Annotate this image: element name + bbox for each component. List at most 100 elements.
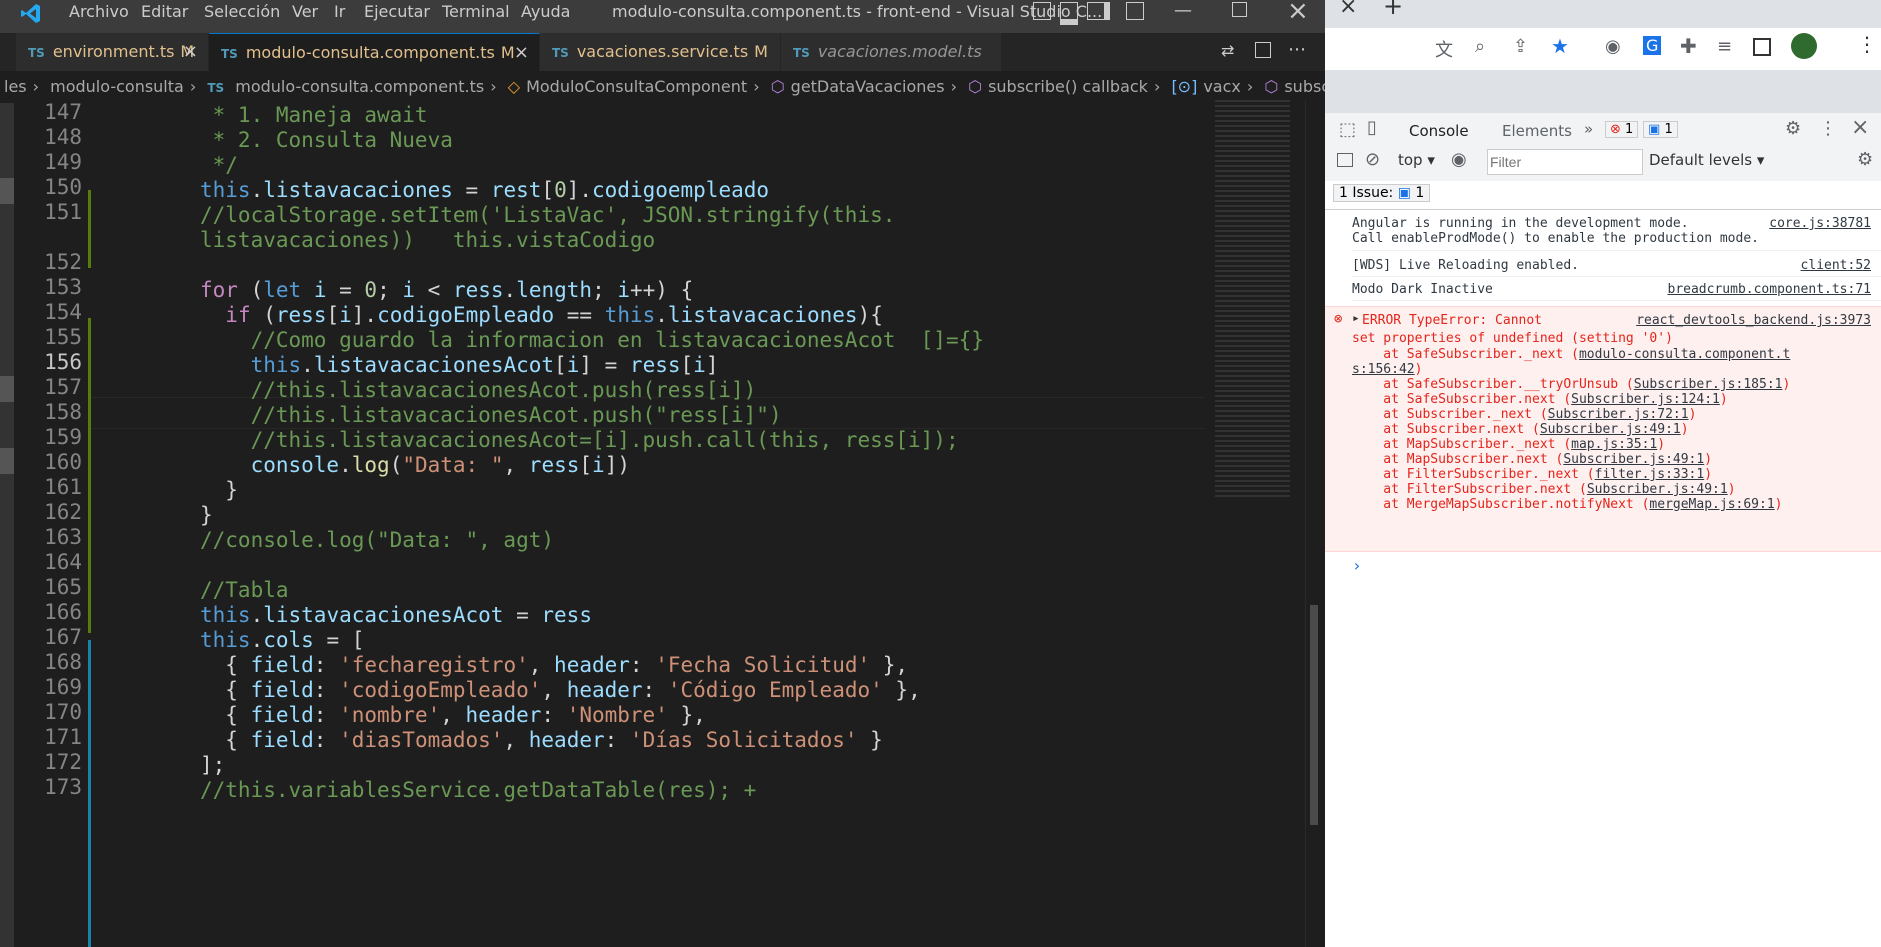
stack-frame: at MapSubscriber._next (map.js:35:1) — [1352, 437, 1665, 452]
close-tab-icon[interactable]: × — [514, 34, 529, 72]
tab-modulo-consulta[interactable]: TS modulo-consulta.component.ts M × — [209, 33, 540, 72]
stack-frame-link[interactable]: Subscriber.js:49:1 — [1587, 482, 1728, 497]
device-toolbar-icon[interactable]: ▯ — [1367, 117, 1377, 138]
code-line[interactable]: { field: 'diasTomados', header: 'Días So… — [200, 725, 883, 755]
tab-vacaciones-model[interactable]: TS vacaciones.model.ts — [781, 33, 1002, 71]
devtools-menu-icon[interactable]: ⋮ — [1819, 118, 1837, 139]
tab-elements[interactable]: Elements — [1488, 113, 1586, 149]
toggle-panel-icon[interactable] — [1060, 2, 1078, 25]
source-link[interactable]: client:52 — [1801, 258, 1871, 273]
scrollbar-thumb[interactable] — [1310, 605, 1318, 825]
breadcrumb-item[interactable]: subscribe() callback — [988, 77, 1148, 96]
message-text: Modo Dark Inactive — [1352, 282, 1493, 297]
gear-icon[interactable]: ⚙ — [1785, 118, 1801, 139]
close-tab-icon[interactable]: × — [183, 33, 198, 71]
customize-layout-icon[interactable] — [1126, 2, 1144, 20]
stack-frame-tail: ) — [1688, 407, 1697, 422]
stack-frame-link[interactable]: modulo-consulta.component.t — [1579, 347, 1790, 362]
breadcrumb-item[interactable]: vacx — [1203, 77, 1241, 96]
close-devtools-icon[interactable]: × — [1851, 115, 1869, 140]
log-levels-select[interactable]: Default levels ▾ — [1649, 151, 1764, 169]
new-tab-icon[interactable]: + — [1383, 0, 1403, 20]
minimap[interactable] — [1205, 100, 1305, 947]
close-tab-icon[interactable]: × — [1339, 0, 1357, 19]
tab-vacaciones-service[interactable]: TS vacaciones.service.ts M — [540, 33, 781, 71]
menu-kebab-icon[interactable]: ⋮ — [1857, 32, 1877, 56]
levels-value: Default levels — [1649, 151, 1753, 169]
modified-badge: M — [754, 42, 768, 61]
stack-frame-link[interactable]: s:156:42 — [1352, 362, 1415, 377]
share-icon[interactable]: ⇪ — [1513, 36, 1528, 57]
gear-icon[interactable]: ⚙ — [1857, 149, 1873, 170]
breadcrumb-item[interactable]: getDataVacaciones — [791, 77, 945, 96]
menu-seleccion[interactable]: Selección — [204, 2, 280, 21]
maximize-icon[interactable] — [1232, 2, 1247, 17]
editor-scrollbar[interactable] — [1305, 100, 1325, 947]
stack-frame-text: at MapSubscriber.next ( — [1352, 452, 1564, 467]
source-link[interactable]: breadcrumb.component.ts:71 — [1668, 282, 1872, 297]
home-icon[interactable] — [0, 178, 14, 204]
close-window-icon[interactable]: × — [1287, 0, 1309, 26]
translate-icon[interactable]: 文 — [1435, 36, 1453, 62]
more-tabs-icon[interactable]: » — [1584, 120, 1593, 138]
breadcrumb-item[interactable]: modulo-consulta.component.ts — [235, 77, 484, 96]
stack-frame-link[interactable]: map.js:35:1 — [1571, 437, 1657, 452]
bookmark-star-icon[interactable]: ★ — [1551, 34, 1569, 58]
stack-frame-link[interactable]: Subscriber.js:72:1 — [1548, 407, 1689, 422]
console-error: ⊗ ▸ ERROR TypeError: Cannot react_devtoo… — [1325, 306, 1881, 552]
extensions-puzzle-icon[interactable]: ✚ — [1680, 34, 1697, 58]
stack-frame-link[interactable]: Subscriber.js:49:1 — [1540, 422, 1681, 437]
code-line[interactable]: listavacaciones)) this.vistaCodigo — [200, 225, 655, 255]
source-link[interactable]: react_devtools_backend.js:3973 — [1636, 313, 1871, 328]
media-icon[interactable]: ≡ — [1717, 36, 1732, 57]
stack-frame-link[interactable]: Subscriber.js:185:1 — [1634, 377, 1783, 392]
error-count-badge[interactable]: ⊗ 1 — [1605, 121, 1639, 138]
code-line[interactable]: //console.log("Data: ", agt) — [200, 525, 554, 555]
menu-ver[interactable]: Ver — [292, 2, 318, 21]
breadcrumb-item[interactable]: les — [4, 77, 27, 96]
breadcrumb-item[interactable]: ModuloConsultaComponent — [526, 77, 747, 96]
settings-icon[interactable] — [0, 448, 14, 474]
menu-archivo[interactable]: Archivo — [69, 2, 129, 21]
code-line[interactable]: //this.variablesService.getDataTable(res… — [200, 775, 756, 805]
compare-changes-icon[interactable]: ⇄ — [1221, 41, 1234, 60]
code-editor[interactable]: * 1. Maneja await * 2. Consulta Nueva */… — [90, 100, 1205, 947]
code-line[interactable]: console.log("Data: ", ress[i]) — [200, 450, 630, 480]
camera-icon[interactable]: ◉ — [1605, 36, 1621, 57]
issues-count: 1 — [1415, 185, 1425, 201]
console-prompt[interactable]: › — [1352, 556, 1362, 575]
source-link[interactable]: core.js:38781 — [1769, 216, 1871, 231]
toggle-secondary-sidebar-icon[interactable] — [1087, 2, 1110, 20]
sidepanel-icon[interactable] — [1753, 38, 1771, 56]
issues-button[interactable]: 1 Issue: ▣ 1 — [1333, 184, 1431, 202]
breadcrumb-item[interactable]: modulo-consulta — [50, 77, 184, 96]
stack-frame-link[interactable]: filter.js:33:1 — [1595, 467, 1705, 482]
menu-editar[interactable]: Editar — [141, 2, 188, 21]
menu-ejecutar[interactable]: Ejecutar — [364, 2, 430, 21]
line-number: 153 — [44, 275, 82, 299]
stack-frame-link[interactable]: Subscriber.js:124:1 — [1571, 392, 1720, 407]
stack-frame-link[interactable]: mergeMap.js:69:1 — [1649, 497, 1774, 512]
expand-triangle-icon[interactable]: ▸ — [1352, 311, 1360, 326]
zoom-icon[interactable]: ⌕ — [1475, 36, 1485, 57]
breadcrumb-item[interactable]: subscribe() callback — [1284, 77, 1325, 96]
toggle-sidebar-icon[interactable] — [1033, 2, 1051, 20]
avatar[interactable] — [1791, 33, 1817, 59]
sidebar-toggle-icon[interactable] — [1337, 153, 1353, 167]
more-actions-icon[interactable]: ⋯ — [1288, 39, 1306, 60]
menu-ir[interactable]: Ir — [334, 2, 345, 21]
minimize-icon[interactable]: — — [1174, 0, 1192, 21]
inspect-element-icon[interactable]: ⬚ — [1339, 119, 1356, 140]
extensions-icon[interactable] — [0, 376, 14, 402]
eye-icon[interactable]: ◉ — [1451, 149, 1467, 170]
context-select[interactable]: top ▾ — [1398, 151, 1435, 169]
menu-ayuda[interactable]: Ayuda — [521, 2, 570, 21]
tab-environment[interactable]: TS environment.ts M × — [16, 33, 209, 71]
clear-console-icon[interactable]: ⊘ — [1365, 149, 1380, 170]
stack-frame-link[interactable]: Subscriber.js:49:1 — [1563, 452, 1704, 467]
message-count-badge[interactable]: ▣ 1 — [1643, 121, 1678, 138]
translate-extension-icon[interactable]: G — [1643, 36, 1662, 55]
filter-input[interactable] — [1487, 149, 1643, 175]
menu-terminal[interactable]: Terminal — [442, 2, 510, 21]
split-editor-icon[interactable] — [1255, 42, 1271, 58]
